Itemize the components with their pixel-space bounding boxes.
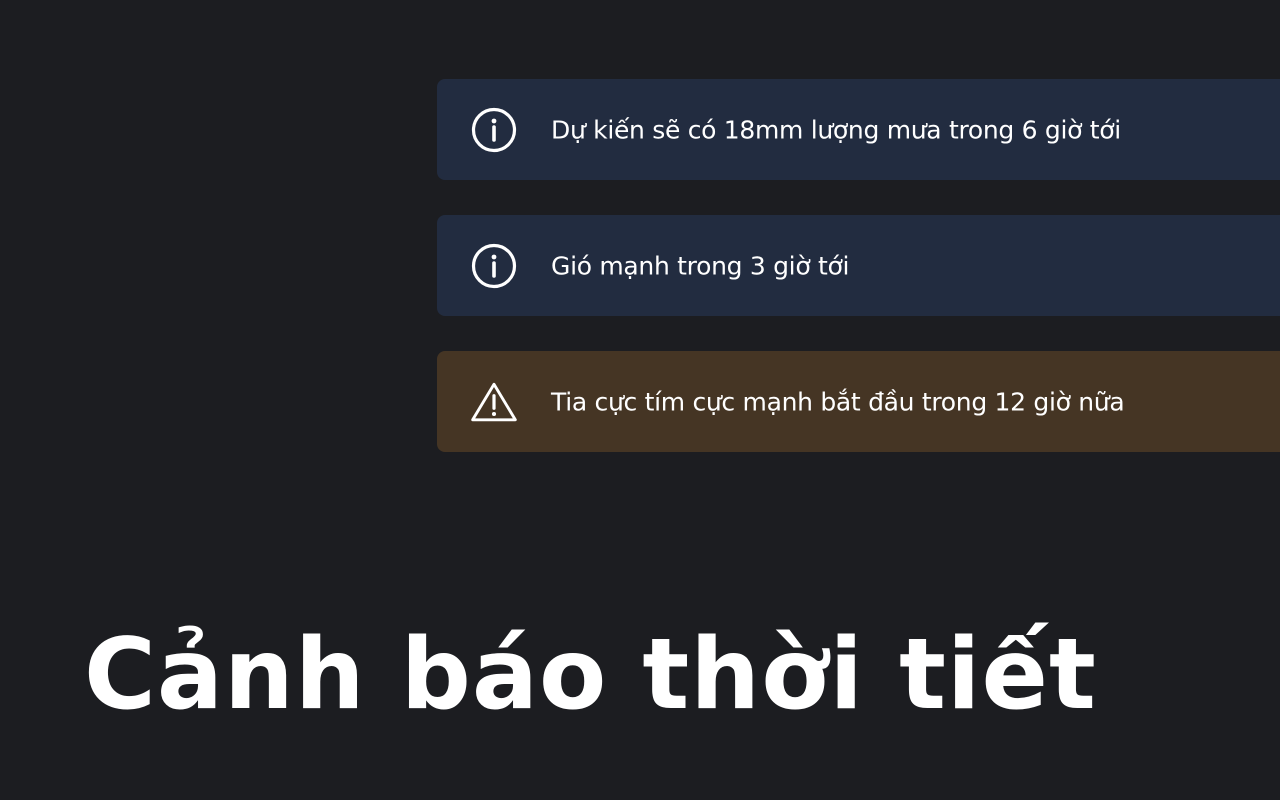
alert-uv[interactable]: Tia cực tím cực mạnh bắt đầu trong 12 gi… [437,351,1280,452]
alert-wind-text: Gió mạnh trong 3 giờ tới [551,251,850,280]
alert-rain-text: Dự kiến sẽ có 18mm lượng mưa trong 6 giờ… [551,115,1121,144]
alert-uv-text: Tia cực tím cực mạnh bắt đầu trong 12 gi… [551,387,1125,416]
info-icon [470,106,518,154]
alert-wind[interactable]: Gió mạnh trong 3 giờ tới [437,215,1280,316]
warning-icon [470,378,518,426]
alert-rain[interactable]: Dự kiến sẽ có 18mm lượng mưa trong 6 giờ… [437,79,1280,180]
info-icon [470,242,518,290]
page-title: Cảnh báo thời tiết [84,618,1097,732]
weather-alerts-page: Dự kiến sẽ có 18mm lượng mưa trong 6 giờ… [0,0,1280,800]
